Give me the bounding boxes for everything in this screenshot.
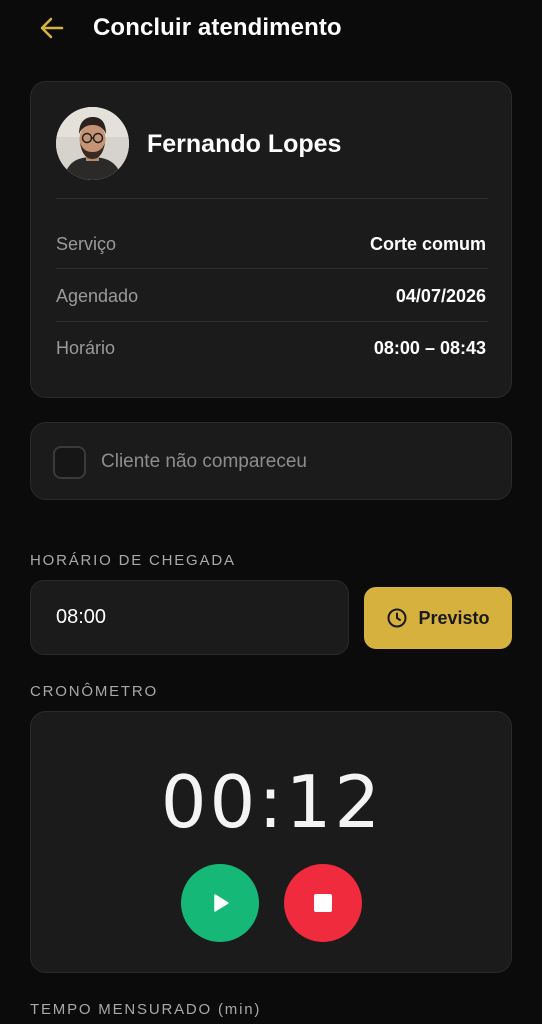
avatar [56,107,129,180]
time-value: 08:00 – 08:43 [373,338,486,358]
divider [56,268,488,269]
timer-card: 00:12 [30,711,512,973]
play-icon [214,894,229,912]
play-button[interactable] [181,864,259,942]
no-show-checkbox[interactable] [53,446,86,479]
measured-section-label: TEMPO MENSURADO (min) [30,1001,262,1018]
scheduled-label: Agendado [56,286,139,306]
arrival-section-label: HORÁRIO DE CHEGADA [30,552,236,569]
scheduled-value: 04/07/2026 [395,286,486,306]
back-button[interactable] [36,12,68,44]
arrival-time-input[interactable] [30,580,349,655]
service-label: Serviço [56,234,117,254]
clock-icon [387,608,407,628]
timer-display: 00:12 [160,760,384,844]
stop-button[interactable] [284,864,362,942]
no-show-option[interactable]: Cliente não compareceu [30,422,512,500]
time-label: Horário [56,338,116,358]
timer-section-label: CRONÔMETRO [30,683,158,700]
previsto-button[interactable]: Previsto [364,587,512,649]
page-title: Concluir atendimento [93,14,342,41]
arrow-left-icon [40,17,64,39]
client-name: Fernando Lopes [147,130,342,158]
stop-icon [314,894,332,912]
client-info-card: Fernando Lopes Serviço Corte comum Agend… [30,81,512,398]
previsto-label: Previsto [418,607,490,628]
no-show-label: Cliente não compareceu [101,451,307,472]
app-header: Concluir atendimento [0,0,542,58]
service-value: Corte comum [369,234,486,254]
divider [56,321,488,322]
divider [56,198,488,199]
user-photo-icon [56,107,129,180]
